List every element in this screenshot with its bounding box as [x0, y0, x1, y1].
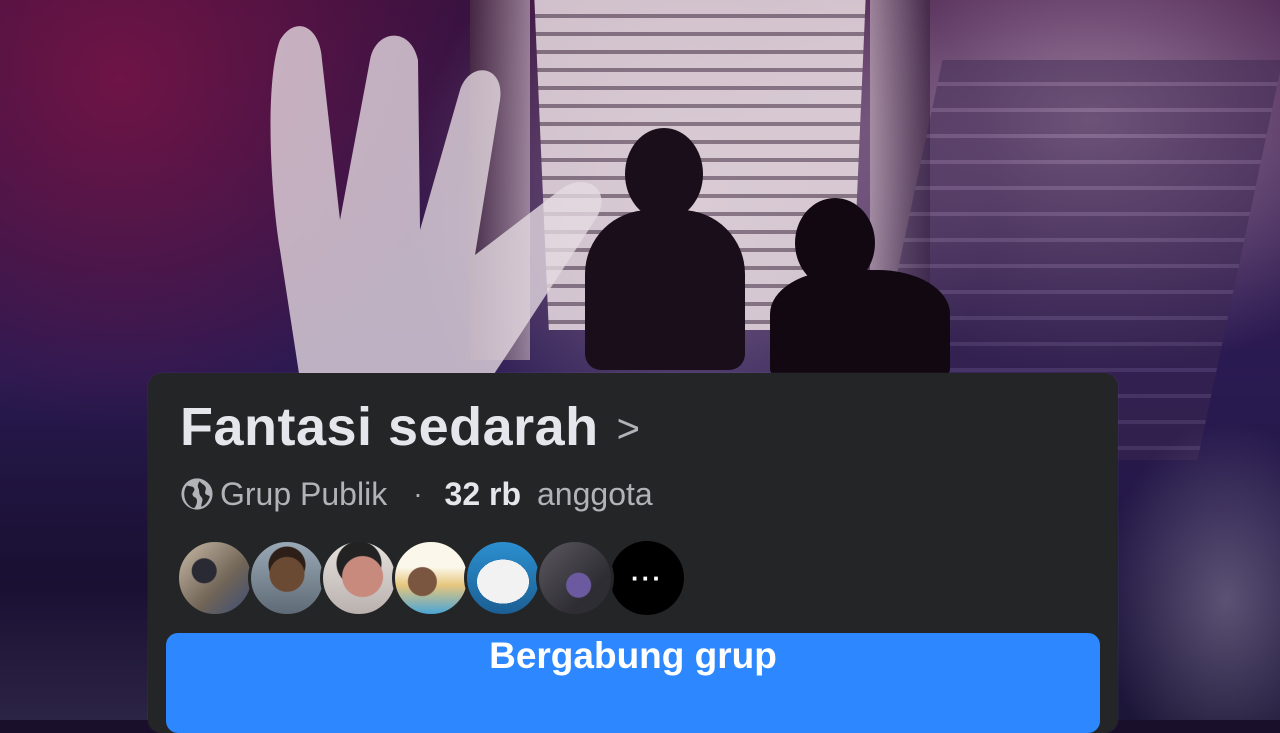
- background-silhouette-head-2: [795, 198, 875, 288]
- group-privacy-label: Grup Publik: [220, 475, 388, 512]
- group-card: Fantasi sedarah > Grup Publik · 32 rb an…: [148, 373, 1118, 733]
- group-meta: Grup Publik · 32 rb anggota: [180, 473, 653, 515]
- join-group-label: Bergabung grup: [489, 635, 777, 676]
- member-count: 32 rb: [444, 475, 521, 512]
- globe-icon: [181, 478, 213, 510]
- member-label: anggota: [537, 475, 653, 512]
- avatar[interactable]: [536, 539, 614, 617]
- chevron-right-icon: >: [616, 407, 641, 451]
- avatar[interactable]: [176, 539, 254, 617]
- avatar[interactable]: [464, 539, 542, 617]
- member-avatars[interactable]: ···: [176, 537, 684, 619]
- background-hand: [270, 26, 602, 380]
- group-name: Fantasi sedarah: [180, 397, 599, 457]
- avatar[interactable]: [248, 539, 326, 617]
- group-title-link[interactable]: Fantasi sedarah >: [180, 395, 640, 459]
- avatar[interactable]: [320, 539, 398, 617]
- join-group-button[interactable]: Bergabung grup: [166, 633, 1100, 733]
- background-shade-right: [1100, 420, 1280, 720]
- more-dots-icon[interactable]: ···: [610, 541, 684, 615]
- avatar[interactable]: [392, 539, 470, 617]
- meta-separator: ·: [413, 478, 423, 509]
- background-silhouette-body-2: [770, 270, 950, 380]
